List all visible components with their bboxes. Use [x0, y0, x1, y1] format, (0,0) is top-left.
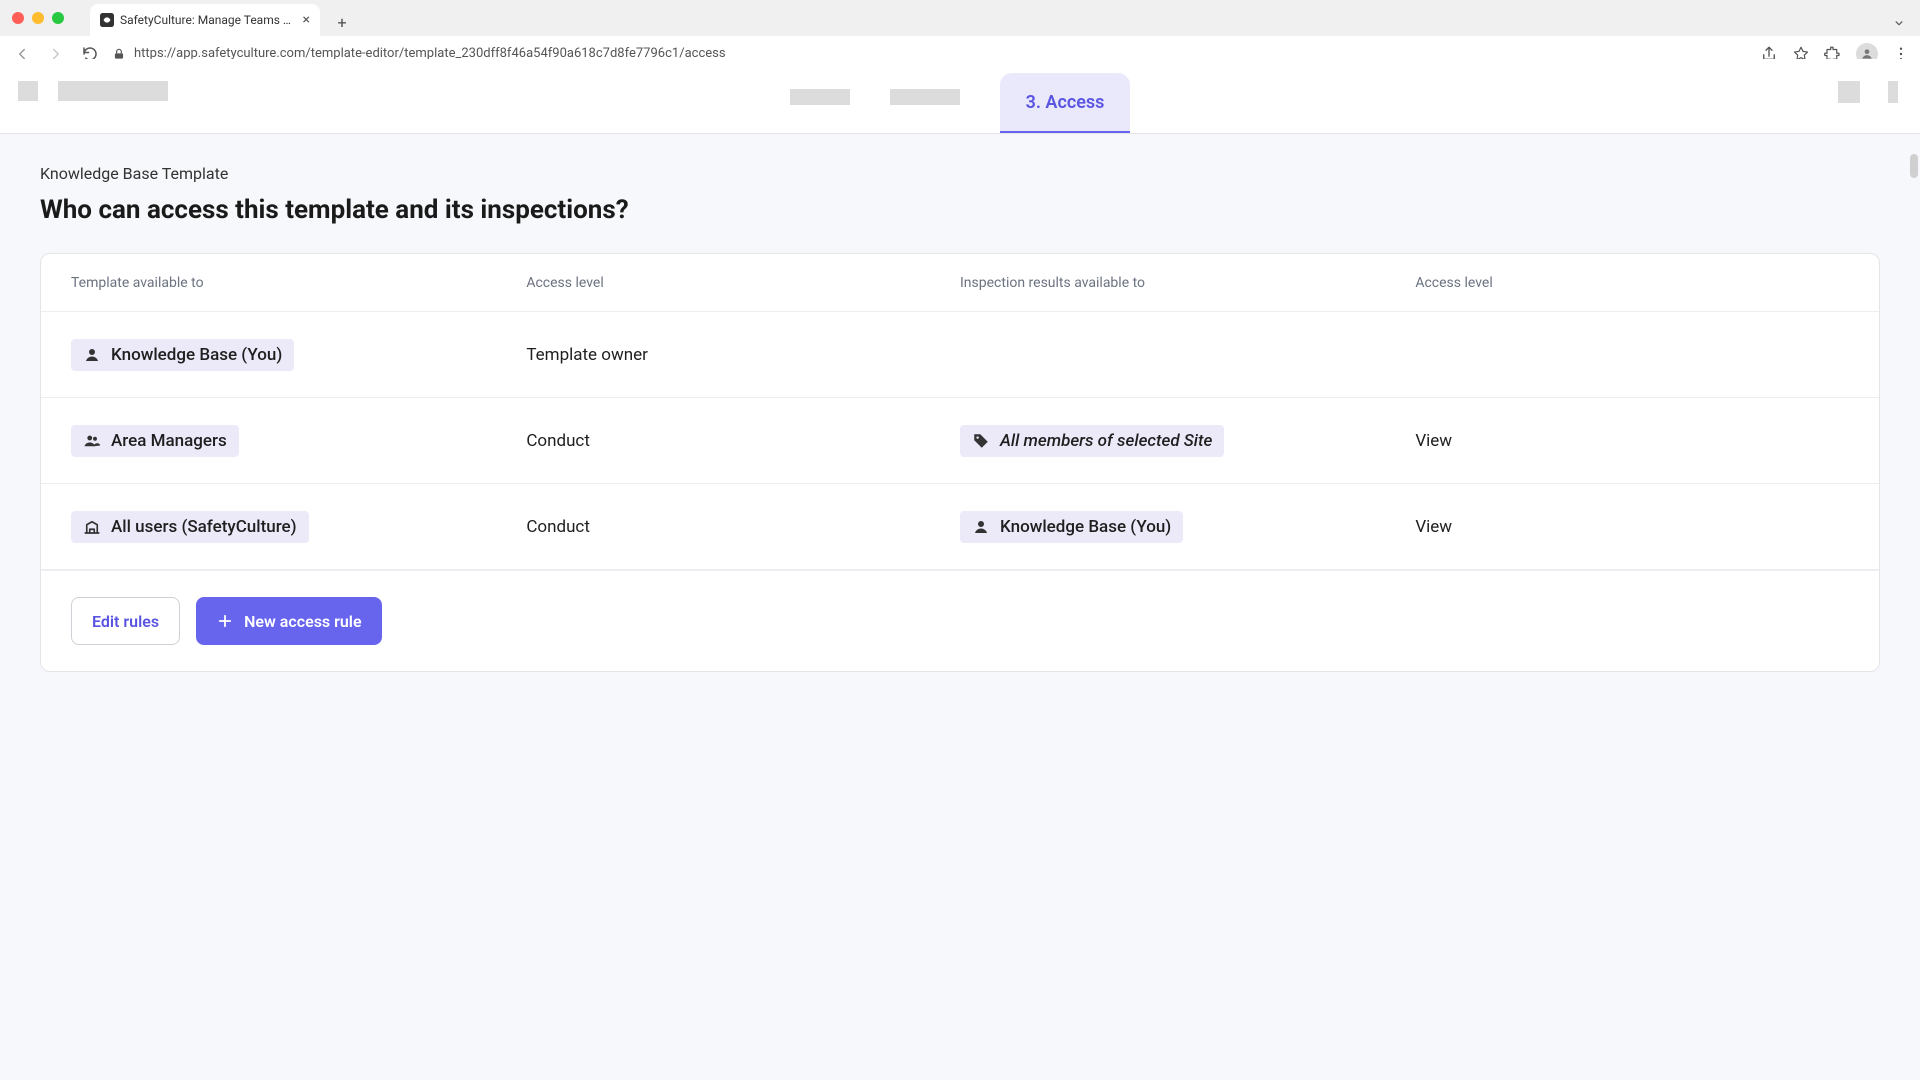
result-label: All members of selected Site: [1000, 431, 1212, 451]
header-action-1[interactable]: [1838, 81, 1860, 103]
plus-icon: [216, 612, 234, 630]
browser-chrome: SafetyCulture: Manage Teams and ... × + …: [0, 0, 1920, 59]
col-access-right: Access level: [1415, 275, 1849, 291]
subject-label: Knowledge Base (You): [111, 345, 282, 365]
access-left: Conduct: [526, 517, 960, 537]
breadcrumb: Knowledge Base Template: [40, 164, 1880, 183]
browser-tab[interactable]: SafetyCulture: Manage Teams and ... ×: [90, 4, 320, 36]
new-tab-button[interactable]: +: [328, 8, 356, 36]
col-access-left: Access level: [526, 275, 960, 291]
window-minimize-icon[interactable]: [32, 12, 44, 24]
group-icon: [83, 432, 101, 450]
subject-chip: Knowledge Base (You): [71, 339, 294, 371]
result-label: Knowledge Base (You): [1000, 517, 1171, 537]
edit-rules-label: Edit rules: [92, 612, 159, 631]
table-row: All users (SafetyCulture) Conduct Knowle…: [41, 484, 1879, 570]
browser-tab-title: SafetyCulture: Manage Teams and ...: [120, 13, 297, 27]
person-icon: [83, 346, 101, 364]
window-maximize-icon[interactable]: [52, 12, 64, 24]
result-chip: All members of selected Site: [960, 425, 1224, 457]
favicon-icon: [100, 13, 114, 27]
table-header-row: Template available to Access level Inspe…: [41, 254, 1879, 312]
subject-label: Area Managers: [111, 431, 227, 451]
app-header: 3. Access: [0, 59, 1920, 134]
tabs-overflow-icon[interactable]: [1892, 16, 1906, 30]
subject-chip: All users (SafetyCulture): [71, 511, 309, 543]
tag-icon: [972, 432, 990, 450]
access-left: Template owner: [526, 345, 960, 365]
edit-rules-button[interactable]: Edit rules: [71, 597, 180, 645]
header-action-2[interactable]: [1888, 81, 1898, 103]
logo-placeholder: [58, 81, 168, 101]
scrollbar[interactable]: [1910, 154, 1918, 178]
subject-label: All users (SafetyCulture): [111, 517, 297, 537]
menu-icon-placeholder[interactable]: [18, 81, 38, 101]
traffic-lights: [0, 0, 76, 24]
access-left: Conduct: [526, 431, 960, 451]
tab-close-icon[interactable]: ×: [303, 13, 310, 27]
result-chip: Knowledge Base (You): [960, 511, 1183, 543]
page-body: Knowledge Base Template Who can access t…: [0, 134, 1920, 1080]
access-right: View: [1415, 431, 1849, 451]
access-right: View: [1415, 517, 1849, 537]
new-access-rule-label: New access rule: [244, 612, 362, 631]
window-close-icon[interactable]: [12, 12, 24, 24]
access-card: Template available to Access level Inspe…: [40, 253, 1880, 672]
table-row: Knowledge Base (You) Template owner: [41, 312, 1879, 398]
col-results-available: Inspection results available to: [960, 275, 1415, 291]
person-icon: [972, 518, 990, 536]
table-row: Area Managers Conduct All members of sel…: [41, 398, 1879, 484]
tab-placeholder-2[interactable]: [890, 89, 960, 105]
col-template-available: Template available to: [71, 275, 526, 291]
tab-access-label: 3. Access: [1026, 92, 1105, 113]
organization-icon: [83, 518, 101, 536]
tab-access[interactable]: 3. Access: [1000, 73, 1131, 133]
tab-placeholder-1[interactable]: [790, 89, 850, 105]
subject-chip: Area Managers: [71, 425, 239, 457]
new-access-rule-button[interactable]: New access rule: [196, 597, 382, 645]
card-actions: Edit rules New access rule: [41, 570, 1879, 671]
page-title: Who can access this template and its ins…: [40, 195, 1880, 225]
